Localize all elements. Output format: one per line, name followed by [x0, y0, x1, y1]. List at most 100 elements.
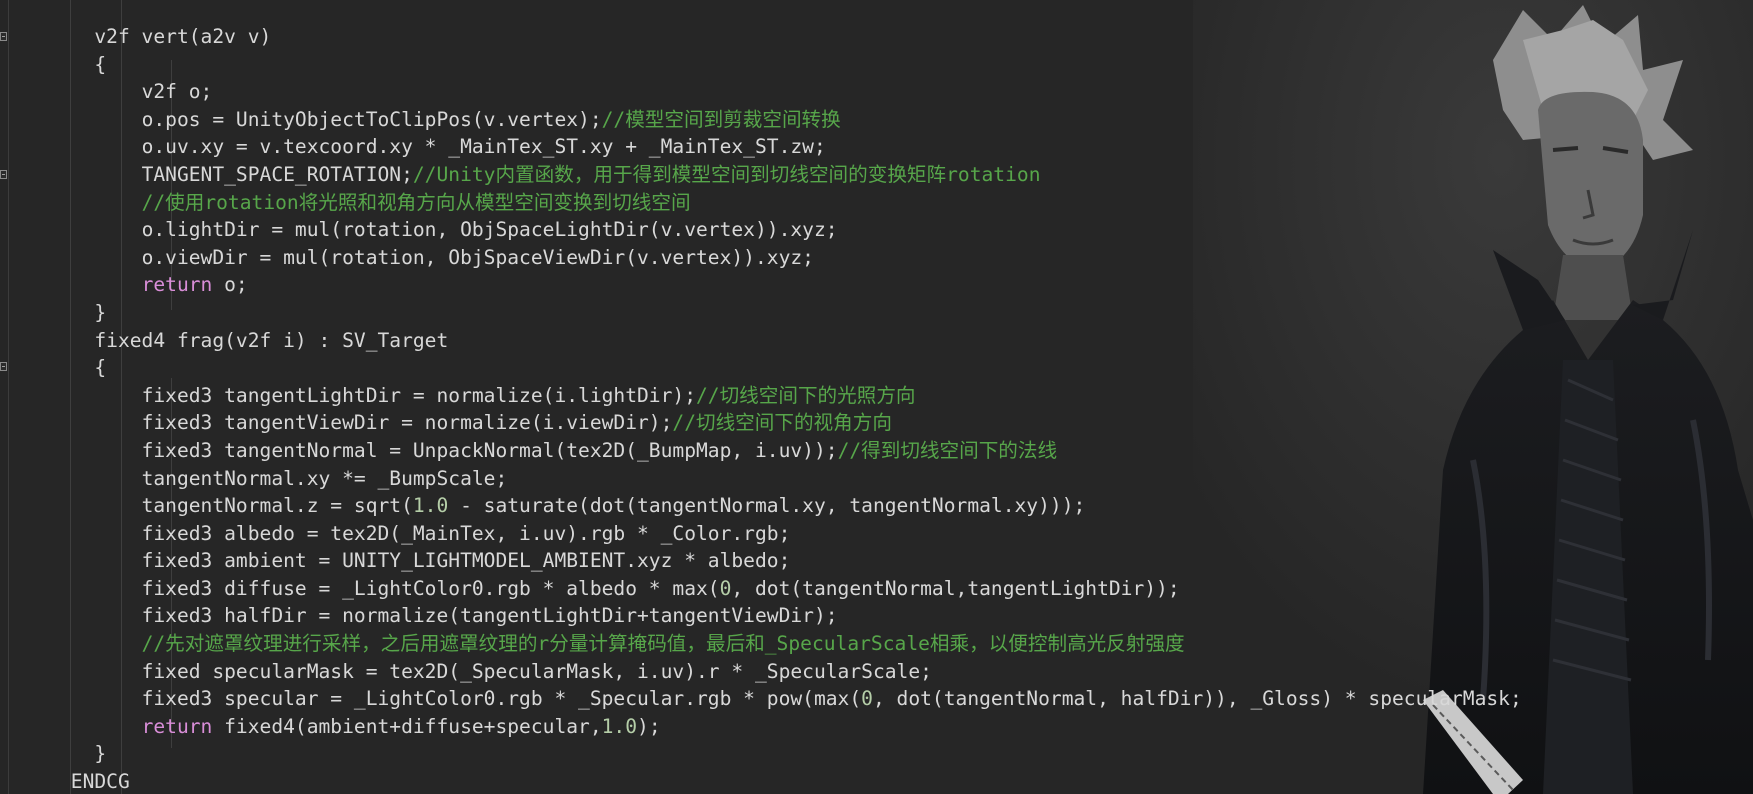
- code-token: o.viewDir = mul(rotation, ObjSpaceViewDi…: [141, 245, 814, 269]
- code-line[interactable]: fixed3 tangentLightDir = normalize(i.lig…: [0, 382, 1522, 410]
- code-token: ENDCG: [70, 770, 130, 794]
- code-line[interactable]: }: [0, 299, 1522, 327]
- code-line[interactable]: fixed3 tangentNormal = UnpackNormal(tex2…: [0, 437, 1522, 465]
- code-keyword: return: [141, 714, 213, 738]
- code-comment: //模型空间到剪裁空间转换: [601, 107, 841, 131]
- code-token: {: [94, 52, 107, 76]
- code-token: o.lightDir = mul(rotation, ObjSpaceLight…: [141, 218, 838, 242]
- code-line[interactable]: o.pos = UnityObjectToClipPos(v.vertex);/…: [0, 106, 1522, 134]
- code-token: o.pos = UnityObjectToClipPos(v.vertex);: [141, 107, 602, 131]
- code-token: );: [637, 714, 661, 738]
- code-token: o.uv.xy = v.texcoord.xy * _MainTex_ST.xy…: [141, 135, 826, 159]
- code-keyword: return: [141, 273, 213, 297]
- code-token: fixed specularMask = tex2D(_SpecularMask…: [141, 659, 932, 683]
- code-line[interactable]: fixed3 halfDir = normalize(tangentLightD…: [0, 602, 1522, 630]
- code-line[interactable]: ENDCG: [0, 768, 1522, 794]
- code-line[interactable]: tangentNormal.xy *= _BumpScale;: [0, 465, 1522, 493]
- code-line[interactable]: tangentNormal.z = sqrt(1.0 - saturate(do…: [0, 492, 1522, 520]
- code-line[interactable]: }: [0, 740, 1522, 768]
- code-token: fixed3 albedo = tex2D(_MainTex, i.uv).rg…: [141, 521, 791, 545]
- code-token: TANGENT_SPACE_ROTATION;: [141, 162, 413, 186]
- code-token: fixed3 tangentViewDir = normalize(i.view…: [141, 411, 673, 435]
- code-area[interactable]: v2f vert(a2v v) { v2f o; o.pos = UnityOb…: [0, 23, 1522, 794]
- code-line[interactable]: o.lightDir = mul(rotation, ObjSpaceLight…: [0, 216, 1522, 244]
- code-token: }: [94, 300, 107, 324]
- code-line[interactable]: fixed3 albedo = tex2D(_MainTex, i.uv).rg…: [0, 520, 1522, 548]
- code-token: fixed3 diffuse = _LightColor0.rgb * albe…: [141, 576, 720, 600]
- code-line[interactable]: fixed3 tangentViewDir = normalize(i.view…: [0, 409, 1522, 437]
- code-token: - saturate(dot(tangentNormal.xy, tangent…: [448, 494, 1086, 518]
- code-comment: //Unity内置函数，用于得到模型空间到切线空间的变换矩阵rotation: [412, 162, 1041, 186]
- code-token: {: [94, 356, 107, 380]
- code-token: v2f vert(a2v v): [94, 25, 272, 48]
- code-line[interactable]: fixed4 frag(v2f i) : SV_Target: [0, 327, 1522, 355]
- code-number: 1.0: [601, 714, 638, 738]
- code-line[interactable]: TANGENT_SPACE_ROTATION;//Unity内置函数，用于得到模…: [0, 161, 1522, 189]
- code-token: }: [94, 742, 107, 766]
- code-number: 0: [719, 576, 732, 600]
- code-comment: //切线空间下的光照方向: [696, 383, 916, 407]
- code-line[interactable]: fixed specularMask = tex2D(_SpecularMask…: [0, 658, 1522, 686]
- code-token: fixed4(ambient+diffuse+specular,: [212, 714, 602, 738]
- code-token: , dot(tangentNormal, halfDir)), _Gloss) …: [872, 687, 1522, 711]
- code-editor[interactable]: v2f vert(a2v v) { v2f o; o.pos = UnityOb…: [0, 0, 1753, 794]
- code-number: 1.0: [412, 494, 449, 518]
- code-token: fixed3 tangentNormal = UnpackNormal(tex2…: [141, 438, 838, 462]
- code-token: fixed3 specular = _LightColor0.rgb * _Sp…: [141, 687, 862, 711]
- code-comment: //得到切线空间下的法线: [837, 438, 1058, 462]
- code-line[interactable]: v2f o;: [0, 78, 1522, 106]
- code-comment: //切线空间下的视角方向: [672, 411, 892, 435]
- code-line[interactable]: {: [0, 51, 1522, 79]
- code-token: o;: [212, 273, 248, 297]
- code-token: tangentNormal.xy *= _BumpScale;: [141, 466, 508, 490]
- code-comment: //先对遮罩纹理进行采样，之后用遮罩纹理的r分量计算掩码值，最后和_Specul…: [141, 632, 1185, 656]
- code-line[interactable]: {: [0, 354, 1522, 382]
- code-token: fixed3 halfDir = normalize(tangentLightD…: [141, 604, 838, 628]
- code-line[interactable]: //先对遮罩纹理进行采样，之后用遮罩纹理的r分量计算掩码值，最后和_Specul…: [0, 630, 1522, 658]
- code-token: v2f o;: [141, 80, 213, 104]
- code-line[interactable]: return fixed4(ambient+diffuse+specular,1…: [0, 713, 1522, 741]
- code-line[interactable]: //使用rotation将光照和视角方向从模型空间变换到切线空间: [0, 189, 1522, 217]
- code-line[interactable]: return o;: [0, 271, 1522, 299]
- code-line[interactable]: o.viewDir = mul(rotation, ObjSpaceViewDi…: [0, 244, 1522, 272]
- code-line[interactable]: fixed3 ambient = UNITY_LIGHTMODEL_AMBIEN…: [0, 547, 1522, 575]
- code-comment: //使用rotation将光照和视角方向从模型空间变换到切线空间: [141, 190, 691, 214]
- code-line[interactable]: fixed3 specular = _LightColor0.rgb * _Sp…: [0, 685, 1522, 713]
- code-token: fixed4 frag(v2f i) : SV_Target: [94, 328, 449, 352]
- code-line[interactable]: v2f vert(a2v v): [0, 23, 1522, 51]
- code-token: fixed3 tangentLightDir = normalize(i.lig…: [141, 383, 696, 407]
- code-token: , dot(tangentNormal,tangentLightDir));: [731, 576, 1180, 600]
- code-line[interactable]: fixed3 diffuse = _LightColor0.rgb * albe…: [0, 575, 1522, 603]
- code-token: fixed3 ambient = UNITY_LIGHTMODEL_AMBIEN…: [141, 549, 791, 573]
- code-line[interactable]: o.uv.xy = v.texcoord.xy * _MainTex_ST.xy…: [0, 133, 1522, 161]
- code-token: tangentNormal.z = sqrt(: [141, 494, 413, 518]
- code-number: 0: [861, 687, 873, 711]
